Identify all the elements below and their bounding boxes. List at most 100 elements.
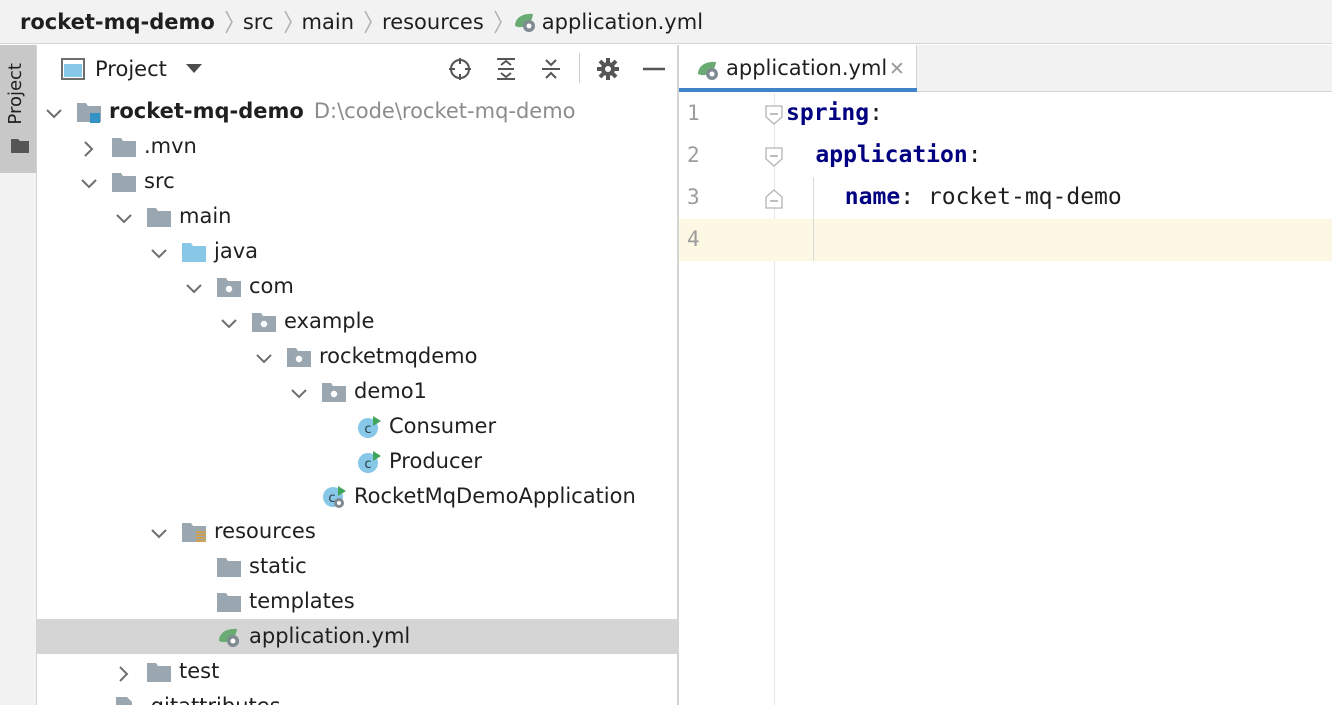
chevron-right-icon [354,7,382,37]
fold-end-icon[interactable] [765,189,783,213]
editor-tab-application-yml[interactable]: application.yml ✕ [679,45,917,92]
tree-item-label: resources [214,519,316,543]
tree-item-test[interactable]: test [37,654,677,689]
code-area[interactable]: 1 spring: 2 application: 3 name: rocket-mq-de… [679,93,1332,261]
hide-panel-button[interactable] [640,55,668,83]
yaml-colon: : [967,142,982,168]
text-file-icon [111,695,137,705]
package-icon [216,275,242,299]
tree-item-label: templates [249,589,355,613]
tree-item-label: main [179,204,231,228]
close-icon[interactable]: ✕ [889,58,905,80]
tree-item-name: java [214,239,258,263]
yaml-key: application [815,142,968,168]
yaml-colon: : [869,100,883,126]
package-icon [321,380,347,404]
fold-open-icon[interactable] [765,147,783,171]
breadcrumb-item-main[interactable]: main [302,10,354,34]
chevron-right-icon[interactable] [116,663,132,682]
active-tab-indicator [679,88,917,92]
tree-item-rocketmqdemoapplication[interactable]: c RocketMqDemoApplication [37,479,677,514]
line-number: 2 [687,143,700,167]
chevron-down-icon[interactable] [186,278,202,294]
tree-item-producer[interactable]: c Producer [37,444,677,479]
tree-item-application-yml[interactable]: application.yml [37,619,677,654]
gear-icon [597,58,619,80]
crosshair-icon [449,58,471,80]
tree-item-label: com [249,274,294,298]
tree-item-templates[interactable]: templates [37,584,677,619]
tree-item-name: resources [214,519,316,543]
svg-text:c: c [364,457,371,472]
tree-item-example[interactable]: example [37,304,677,339]
code-line[interactable]: 1 spring: [679,93,1332,135]
code-text: application: [815,142,981,168]
spring-boot-class-icon: c [321,485,347,509]
code-line[interactable]: 3 name: rocket-mq-demo [679,177,1332,219]
collapse-all-button[interactable] [537,55,565,83]
tree-item-demo1[interactable]: demo1 [37,374,677,409]
chevron-down-icon[interactable] [151,243,167,259]
line-number: 3 [687,185,700,209]
locate-file-button[interactable] [446,55,474,83]
editor: application.yml ✕ 1 spring: 2 application: 3… [679,45,1332,705]
tree-item-name: test [179,659,220,683]
project-path: D:\code\rocket-mq-demo [313,99,576,123]
chevron-down-icon[interactable] [291,383,307,399]
tree-item-name: Producer [389,449,483,473]
tree-item-mvn[interactable]: .mvn [37,129,677,164]
tree-item-name: example [284,309,375,333]
chevron-down-icon[interactable] [256,348,272,364]
code-line[interactable]: 2 application: [679,135,1332,177]
chevron-down-icon[interactable] [221,313,237,329]
module-folder-icon [76,100,102,124]
package-icon [251,310,277,334]
source-root-folder-icon [181,240,207,264]
folder-icon [216,555,242,579]
breadcrumb-item-project[interactable]: rocket-mq-demo [20,10,215,34]
editor-tab-bar: application.yml ✕ [679,45,1332,92]
tree-item-name: rocketmqdemo [319,344,478,368]
tree-item-java[interactable]: java [37,234,677,269]
tree-item-main[interactable]: main [37,199,677,234]
breadcrumb-item-src[interactable]: src [243,10,274,34]
svg-text:c: c [364,422,371,437]
expand-all-button[interactable] [492,55,520,83]
chevron-down-icon[interactable] [116,208,132,224]
toolbar-separator [579,53,580,83]
project-panel: Project rocket-mq-demo D:\code\rocket-mq… [37,45,677,705]
package-icon [286,345,312,369]
chevron-down-icon[interactable] [151,523,167,539]
settings-button[interactable] [594,55,622,83]
java-class-runnable-icon: c [356,415,382,439]
chevron-right-icon [484,7,512,37]
tree-item-rocket-mq-demo[interactable]: rocket-mq-demo D:\code\rocket-mq-demo [37,94,677,129]
chevron-down-icon[interactable] [81,173,97,189]
tree-item-src[interactable]: src [37,164,677,199]
fold-open-icon[interactable] [765,105,783,129]
expand-all-icon [497,58,515,80]
tree-item-static[interactable]: static [37,549,677,584]
chevron-right-icon[interactable] [81,138,97,157]
project-view-icon [61,58,85,80]
tree-item-label: static [249,554,307,578]
breadcrumb-item-resources[interactable]: resources [382,10,484,34]
chevron-down-icon[interactable] [46,103,62,119]
project-panel-header: Project [37,45,677,92]
tree-item-name: .mvn [144,134,197,158]
project-panel-title[interactable]: Project [95,57,167,81]
tree-item-gitattributes[interactable]: .gitattributes [37,689,677,705]
tree-item-name: com [249,274,294,298]
collapse-all-icon [542,59,560,79]
project-tree: rocket-mq-demo D:\code\rocket-mq-demo .mvn… [37,94,677,705]
dropdown-arrow-icon[interactable] [186,64,202,74]
tree-item-com[interactable]: com [37,269,677,304]
tree-item-consumer[interactable]: c Consumer [37,409,677,444]
code-line[interactable]: 4 [679,219,1332,261]
tree-item-resources[interactable]: resources [37,514,677,549]
folder-icon [146,660,172,684]
breadcrumb-item-file[interactable]: application.yml [512,10,703,34]
tree-item-rocketmqdemo[interactable]: rocketmqdemo [37,339,677,374]
project-tool-window-button[interactable]: Project [0,45,36,173]
line-number: 1 [687,101,700,125]
